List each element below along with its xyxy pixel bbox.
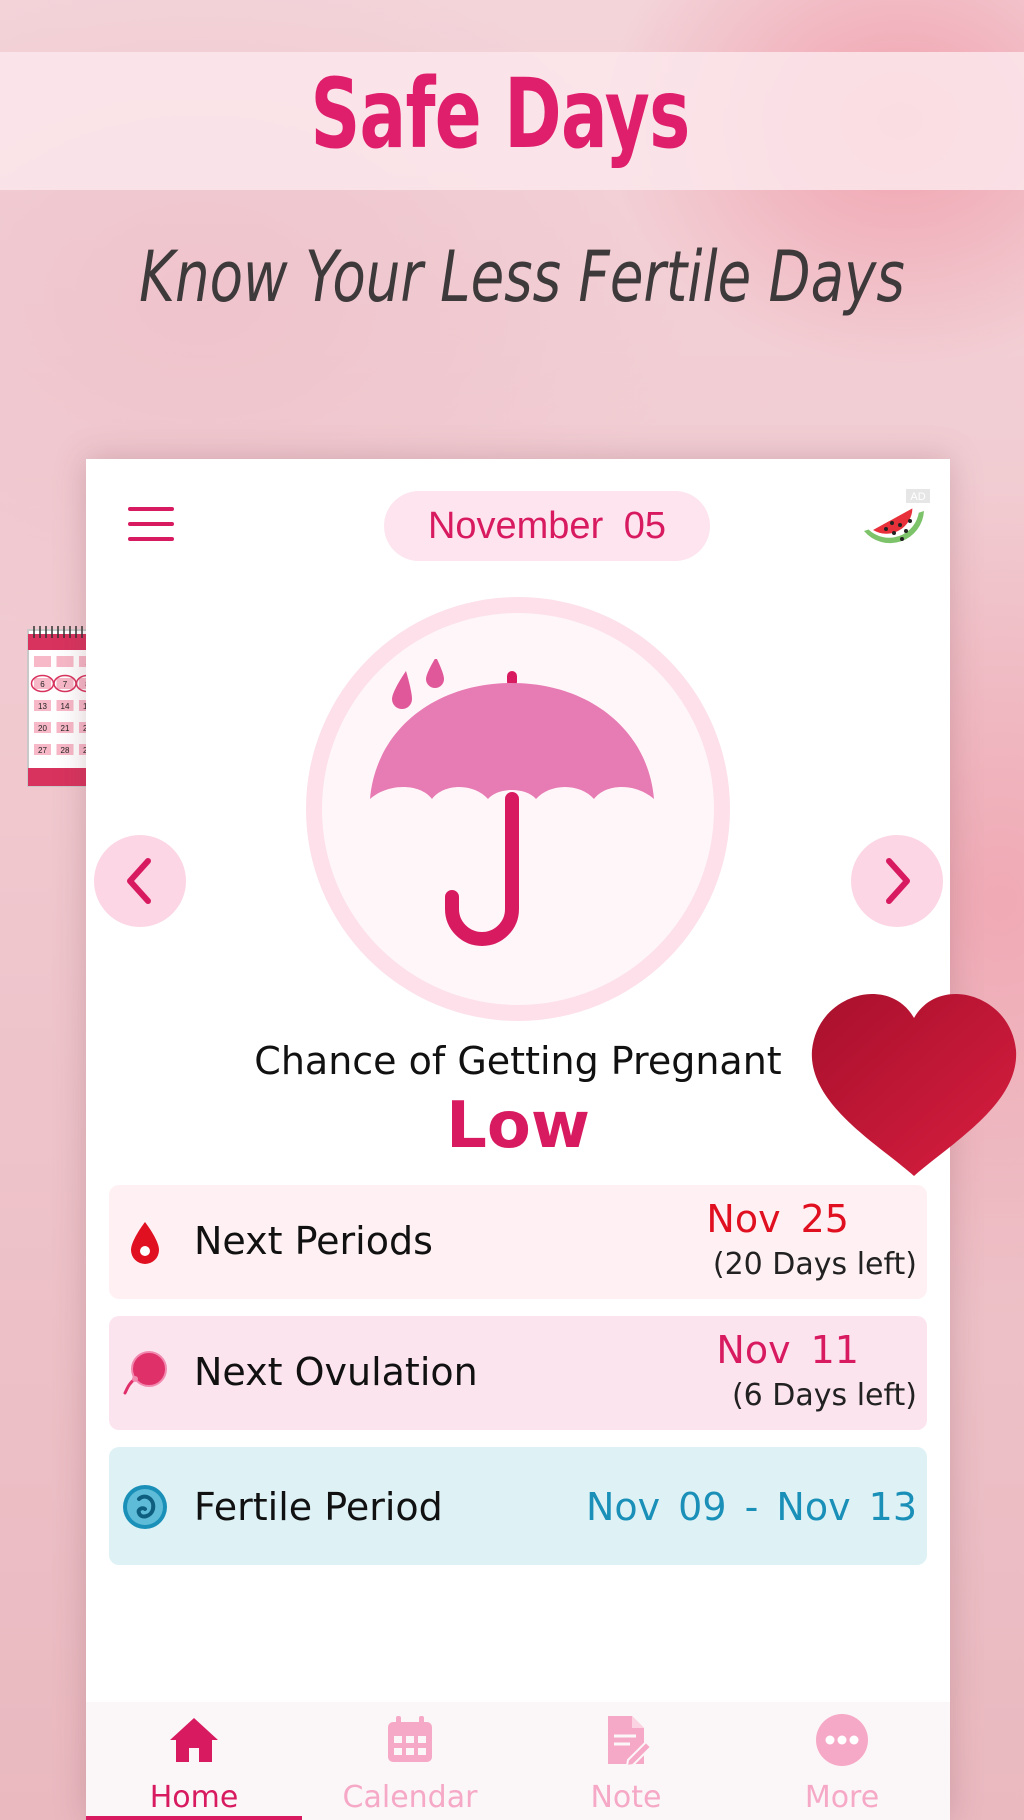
previous-day-button[interactable] xyxy=(94,835,186,927)
banner-title: Safe Days xyxy=(310,58,690,170)
embryo-icon xyxy=(123,1485,167,1529)
next-day-button[interactable] xyxy=(851,835,943,927)
banner-subtitle: Know Your Less Fertile Days xyxy=(139,236,905,318)
chevron-right-icon xyxy=(886,858,910,904)
chevron-left-icon xyxy=(127,858,151,904)
current-date-pill[interactable]: November 05 xyxy=(384,491,710,561)
fertile-period-row[interactable]: Fertile Period Nov 09 - Nov 13 xyxy=(109,1447,927,1565)
next-ovulation-label: Next Ovulation xyxy=(194,1350,478,1394)
calendar-day: 21 xyxy=(61,724,70,733)
next-ovulation-row[interactable]: Next Ovulation Nov 11 (6 Days left) xyxy=(109,1316,927,1430)
home-icon xyxy=(170,1718,218,1762)
nav-note-label: Note xyxy=(590,1780,662,1815)
blood-drop-icon xyxy=(131,1222,159,1264)
more-icon xyxy=(816,1714,868,1766)
next-periods-date: Nov 25 xyxy=(706,1197,849,1241)
heart-decoration xyxy=(811,994,1017,1176)
nav-active-indicator xyxy=(86,1816,302,1820)
calendar-day: 20 xyxy=(38,724,47,733)
next-periods-days-left: (20 Days left) xyxy=(712,1247,917,1282)
calendar-day: 13 xyxy=(38,702,47,711)
calendar-cell xyxy=(34,656,51,667)
calendar-day: 27 xyxy=(38,746,47,755)
ad-badge: AD xyxy=(910,491,925,503)
bottom-navigation: Home Calendar Note More xyxy=(86,1702,950,1820)
note-icon xyxy=(608,1716,653,1768)
next-periods-label: Next Periods xyxy=(194,1219,433,1263)
nav-more-label: More xyxy=(804,1780,880,1815)
next-ovulation-date: Nov 11 xyxy=(716,1328,859,1372)
nav-home[interactable]: Home xyxy=(86,1702,302,1820)
calendar-icon xyxy=(388,1716,432,1762)
nav-calendar-label: Calendar xyxy=(342,1780,478,1815)
calendar-day: 28 xyxy=(61,746,70,755)
nav-calendar[interactable]: Calendar xyxy=(302,1702,518,1820)
next-periods-row[interactable]: Next Periods Nov 25 (20 Days left) xyxy=(109,1185,927,1299)
next-ovulation-days-left: (6 Days left) xyxy=(731,1378,917,1413)
fertile-period-dates: Nov 09 - Nov 13 xyxy=(585,1485,917,1529)
fertile-period-label: Fertile Period xyxy=(194,1485,443,1529)
umbrella-icon xyxy=(370,659,654,946)
calendar-day: 14 xyxy=(61,702,70,711)
menu-icon[interactable] xyxy=(128,507,174,541)
calendar-cell xyxy=(56,656,74,667)
nav-home-label: Home xyxy=(149,1780,239,1815)
nav-note[interactable]: Note xyxy=(518,1702,734,1820)
calendar-day: 6 xyxy=(40,680,45,689)
calendar-day: 7 xyxy=(63,680,68,689)
nav-more[interactable]: More xyxy=(734,1702,950,1820)
watermelon-ad-icon[interactable]: AD xyxy=(856,487,932,563)
egg-cell-icon xyxy=(123,1351,167,1395)
